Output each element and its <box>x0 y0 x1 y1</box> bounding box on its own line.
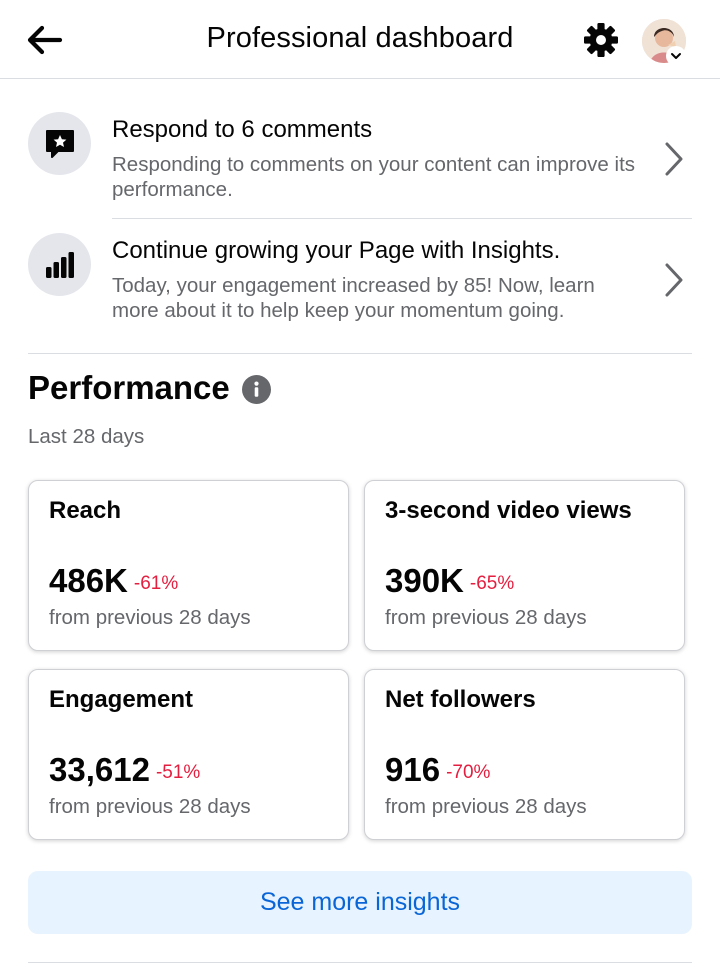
metric-change: -70% <box>446 762 491 783</box>
task-icon-container <box>28 112 91 175</box>
task-description: Responding to comments on your content c… <box>112 153 636 201</box>
task-item-respond-comments[interactable]: Respond to 6 comments Responding to comm… <box>28 108 692 208</box>
section-title: Performance <box>28 369 230 406</box>
metric-card-video-views[interactable]: 3-second video views 390K -65% from previ… <box>364 480 685 651</box>
divider <box>28 962 692 963</box>
metric-card-engagement[interactable]: Engagement 33,612 -51% from previous 28 d… <box>28 669 349 840</box>
task-description: Today, your engagement increased by 85! … <box>112 274 595 322</box>
metric-label: Engagement <box>49 686 194 713</box>
settings-button[interactable] <box>582 20 620 60</box>
metric-number: 486K <box>49 562 128 599</box>
date-range-label: Last 28 days <box>28 425 145 448</box>
task-icon-container <box>28 233 91 296</box>
chevron-right-icon <box>665 263 683 297</box>
metric-number: 390K <box>385 562 464 599</box>
info-icon <box>254 381 259 397</box>
metric-number: 916 <box>385 751 441 788</box>
task-title: Continue growing your Page with Insights… <box>112 237 561 264</box>
metric-card-net-followers[interactable]: Net followers 916 -70% from previous 28 d… <box>364 669 685 840</box>
metric-number: 33,612 <box>49 751 150 788</box>
info-button[interactable] <box>242 375 271 404</box>
see-more-insights-button[interactable]: See more insights <box>28 871 692 934</box>
divider <box>28 353 692 354</box>
metric-change: -65% <box>469 573 515 594</box>
top-bar: Professional dashboard <box>0 0 720 79</box>
account-menu-button[interactable] <box>666 46 686 66</box>
metric-comparison-note: from previous 28 days <box>49 795 251 818</box>
divider <box>112 218 692 219</box>
metric-comparison-note: from previous 28 days <box>385 606 587 629</box>
chevron-down-icon <box>671 53 681 59</box>
metric-value: 486K -61% <box>49 562 178 600</box>
metric-value: 33,612 -51% <box>49 751 200 789</box>
gear-icon <box>584 23 618 57</box>
metric-card-reach[interactable]: Reach 486K -61% from previous 28 days <box>28 480 349 651</box>
task-title: Respond to 6 comments <box>112 116 373 143</box>
comment-star-icon <box>45 129 74 158</box>
bar-chart-icon <box>45 251 74 278</box>
metric-change: -51% <box>155 762 201 783</box>
metric-change: -61% <box>133 573 179 594</box>
metric-comparison-note: from previous 28 days <box>49 606 251 629</box>
metric-label: 3-second video views <box>385 497 632 524</box>
metric-value: 916 -70% <box>385 751 490 789</box>
task-item-grow-insights[interactable]: Continue growing your Page with Insights… <box>28 229 692 329</box>
metric-comparison-note: from previous 28 days <box>385 795 587 818</box>
metric-label: Net followers <box>385 686 536 713</box>
metric-label: Reach <box>49 497 122 524</box>
metric-value: 390K -65% <box>385 562 514 600</box>
chevron-right-icon <box>665 142 683 176</box>
